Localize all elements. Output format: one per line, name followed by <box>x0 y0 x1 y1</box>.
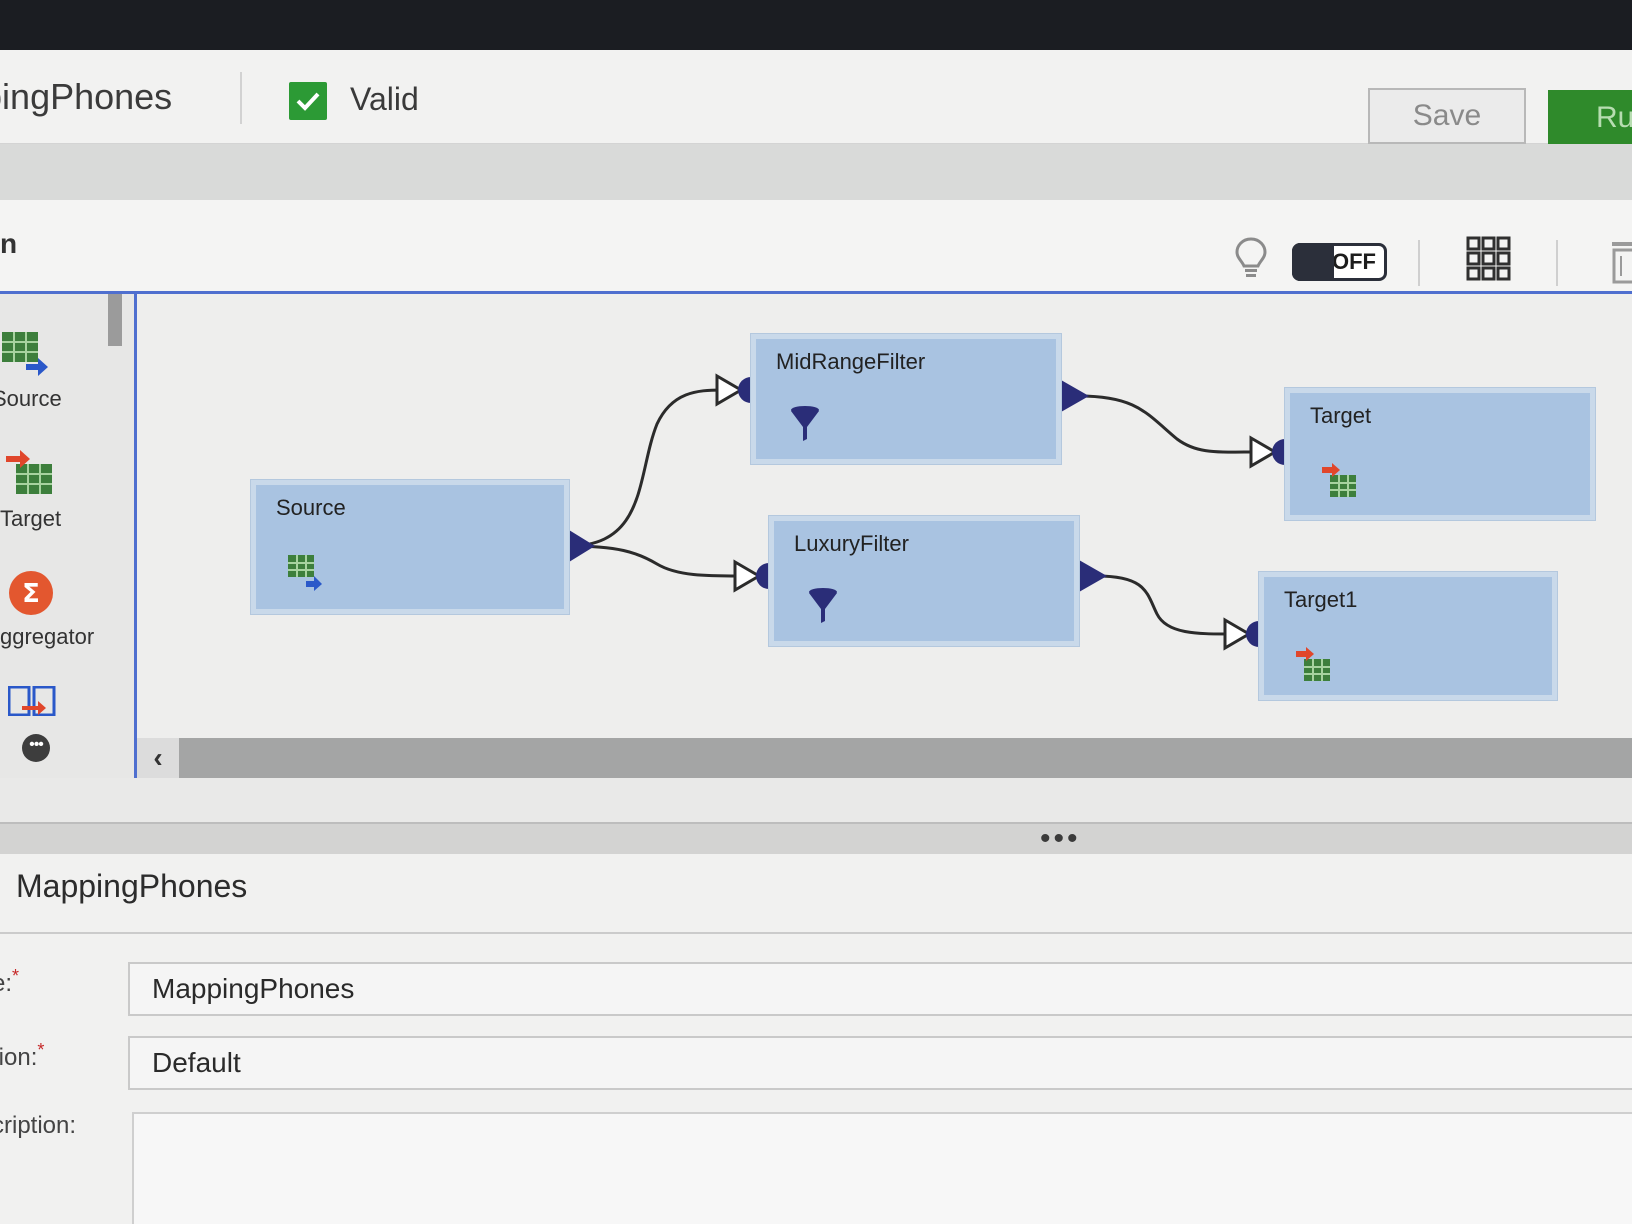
name-field-label: e:* <box>0 966 20 997</box>
more-options-icon[interactable]: ••• <box>22 734 50 762</box>
link-luxury-target1 <box>1096 574 1232 636</box>
panel-splitter[interactable]: ••• <box>0 822 1632 854</box>
palette-scrollbar[interactable] <box>108 294 122 346</box>
palette-item-expression[interactable] <box>0 685 110 721</box>
drag-handle-icon[interactable]: ••• <box>1040 824 1081 854</box>
mapping-canvas[interactable]: Source MidRangeFilter LuxuryFilter Targe… <box>137 294 1632 738</box>
canvas-horizontal-scrollbar[interactable]: ‹ <box>137 738 1632 778</box>
canvas-footer <box>0 778 1632 822</box>
palette-label-target: Target <box>0 506 62 531</box>
properties-divider <box>0 932 1632 934</box>
palette-item-target[interactable]: Target <box>0 450 110 540</box>
source-table-icon <box>288 555 324 596</box>
target-input-arrow <box>1249 435 1278 469</box>
designer-toolbar: n OFF <box>0 200 1632 294</box>
toggle-label: OFF <box>1332 249 1376 274</box>
palette-item-aggregator[interactable]: Σ ggregator <box>0 570 110 660</box>
header-divider <box>240 72 242 124</box>
target-icon <box>6 450 54 501</box>
target-table-icon <box>1322 463 1358 504</box>
save-button[interactable]: Save <box>1368 88 1526 144</box>
node-midrangefilter[interactable]: MidRangeFilter <box>751 334 1061 464</box>
grid-layout-icon[interactable] <box>1466 236 1512 282</box>
palette-item-source[interactable]: Source <box>0 330 110 420</box>
toolbar-divider <box>1418 240 1420 286</box>
trash-icon[interactable] <box>1608 238 1632 286</box>
name-field[interactable] <box>128 962 1632 1016</box>
luxury-input-arrow <box>733 559 762 593</box>
chevron-left-icon[interactable]: ‹ <box>137 738 179 778</box>
filter-funnel-icon <box>808 587 838 630</box>
header-bar: ppingPhones Valid Save Run <box>0 50 1632 146</box>
valid-check-icon <box>289 82 327 120</box>
app-window: ppingPhones Valid Save Run n OFF <box>0 50 1632 1224</box>
svg-text:Σ: Σ <box>22 579 40 609</box>
target-table-icon <box>1296 647 1332 688</box>
midrange-input-arrow <box>715 373 744 407</box>
source-icon <box>2 330 50 381</box>
link-source-midrange <box>568 388 723 548</box>
node-source[interactable]: Source <box>251 480 569 614</box>
toolbar-divider <box>1556 240 1558 286</box>
link-source-luxury <box>568 544 740 578</box>
toggle-knob <box>1292 243 1334 281</box>
header-band <box>0 144 1632 200</box>
designer-panel-title: n <box>0 228 18 259</box>
target1-input-arrow <box>1223 617 1252 651</box>
run-button[interactable]: Run <box>1548 90 1632 146</box>
node-label-luxuryfilter: LuxuryFilter <box>794 531 909 556</box>
node-label-midrangefilter: MidRangeFilter <box>776 349 926 374</box>
properties-panel: MappingPhones e:* tion:* cription: <box>0 854 1632 1224</box>
node-target1[interactable]: Target1 <box>1259 572 1557 700</box>
mapping-title: ppingPhones <box>0 76 173 117</box>
description-field-label: cription: <box>0 1112 77 1139</box>
filter-funnel-icon <box>790 405 820 448</box>
lightbulb-icon[interactable] <box>1232 236 1270 280</box>
palette-label-aggregator: ggregator <box>0 624 95 649</box>
luxury-output-port <box>1079 560 1107 592</box>
node-label-target: Target <box>1310 403 1372 428</box>
palette-label-source: Source <box>0 386 62 411</box>
toggle-switch[interactable]: OFF <box>1292 243 1387 281</box>
node-label-source: Source <box>276 495 346 520</box>
properties-title: MappingPhones <box>16 868 248 904</box>
transformation-palette: Source Target Σ ggregator <box>0 294 137 778</box>
node-target[interactable]: Target <box>1285 388 1595 520</box>
midrange-output-port <box>1061 380 1089 412</box>
location-field-label: tion:* <box>0 1040 45 1071</box>
expression-icon <box>7 685 56 721</box>
node-luxuryfilter[interactable]: LuxuryFilter <box>769 516 1079 646</box>
validation-status: Valid <box>350 81 419 117</box>
location-field[interactable] <box>128 1036 1632 1090</box>
link-midrange-target <box>1078 394 1258 454</box>
source-output-port <box>569 530 595 562</box>
node-label-target1: Target1 <box>1284 587 1358 612</box>
description-field[interactable] <box>132 1112 1632 1224</box>
aggregator-icon: Σ <box>8 570 54 621</box>
